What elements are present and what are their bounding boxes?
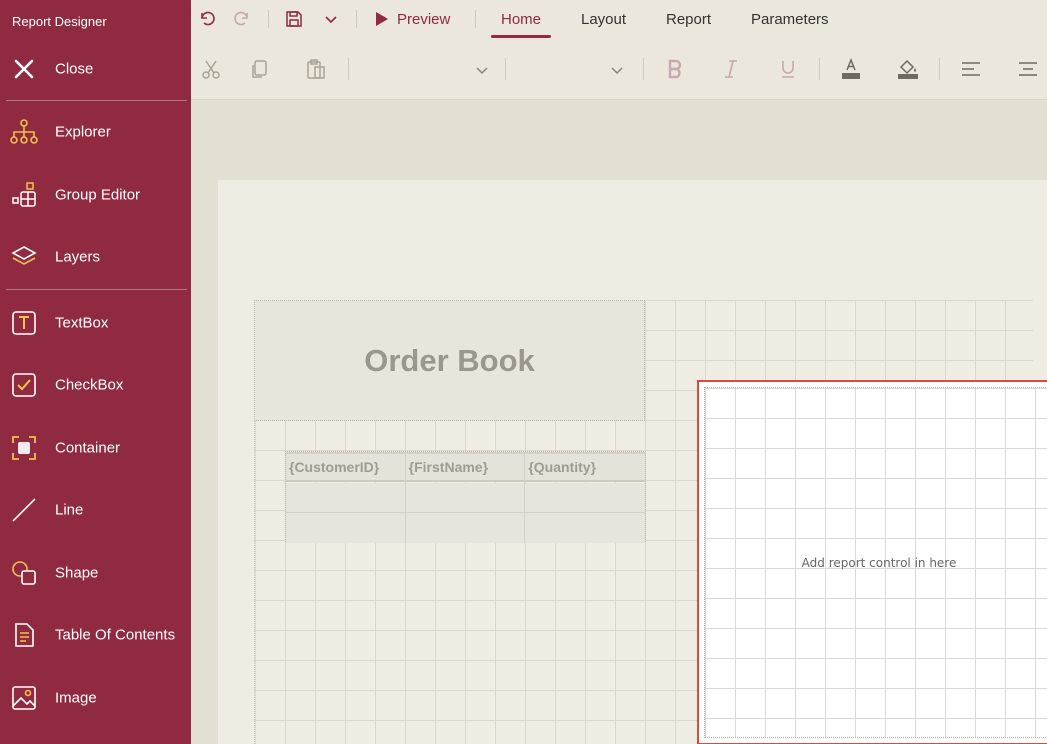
table-header-label: {CustomerID} bbox=[289, 459, 380, 475]
document-icon bbox=[10, 621, 38, 649]
sidebar: Report Designer Close Explorer Group Edi… bbox=[0, 0, 191, 744]
sidebar-item-label: Layers bbox=[55, 248, 101, 266]
checkbox-icon bbox=[10, 371, 38, 399]
toolbar-divider bbox=[356, 10, 357, 28]
font-color-icon[interactable] bbox=[839, 57, 863, 81]
tab-report[interactable]: Report bbox=[656, 0, 721, 38]
container-drop-area[interactable]: Add report control in here bbox=[704, 387, 1047, 738]
bold-icon[interactable] bbox=[663, 57, 687, 81]
undo-icon[interactable] bbox=[196, 8, 218, 30]
sidebar-item-image[interactable]: Image bbox=[0, 673, 191, 723]
sidebar-item-checkbox[interactable]: CheckBox bbox=[0, 360, 191, 410]
sidebar-item-group-editor[interactable]: Group Editor bbox=[0, 170, 191, 220]
font-family-dropdown[interactable] bbox=[361, 58, 489, 80]
report-title: Order Book bbox=[364, 342, 535, 378]
toolbar-divider bbox=[475, 10, 476, 28]
report-title-textbox[interactable]: Order Book bbox=[254, 300, 645, 421]
table-row[interactable] bbox=[286, 513, 645, 543]
tab-home[interactable]: Home bbox=[491, 0, 552, 38]
tab-parameters[interactable]: Parameters bbox=[741, 0, 839, 38]
container-icon bbox=[10, 434, 38, 462]
sidebar-item-label: TextBox bbox=[55, 314, 109, 332]
cut-icon[interactable] bbox=[199, 57, 223, 81]
line-icon bbox=[10, 496, 38, 524]
preview-button[interactable]: Preview bbox=[375, 0, 450, 38]
close-button[interactable]: Close bbox=[0, 44, 191, 94]
top-toolbar: Preview Home Layout Report Parameters bbox=[191, 0, 1047, 38]
align-left-icon[interactable] bbox=[959, 57, 983, 81]
sidebar-item-layers[interactable]: Layers bbox=[0, 232, 191, 282]
tree-icon bbox=[10, 118, 38, 146]
ribbon-divider bbox=[505, 58, 506, 80]
ribbon-divider bbox=[819, 58, 820, 80]
table-cell[interactable] bbox=[525, 483, 645, 513]
redo-icon[interactable] bbox=[231, 8, 253, 30]
sidebar-item-label: CheckBox bbox=[55, 376, 124, 394]
chevron-down-icon bbox=[476, 67, 488, 75]
sidebar-item-line[interactable]: Line bbox=[0, 485, 191, 535]
table-cell[interactable] bbox=[286, 513, 406, 543]
sidebar-item-label: Explorer bbox=[55, 123, 111, 141]
table-header-cell[interactable]: {FirstName} bbox=[406, 454, 526, 484]
close-label: Close bbox=[55, 60, 94, 78]
chevron-down-icon bbox=[611, 67, 623, 75]
sidebar-item-label: Container bbox=[55, 439, 121, 457]
fill-color-icon[interactable] bbox=[896, 57, 920, 81]
table-header-label: {Quantity} bbox=[528, 459, 597, 475]
sidebar-item-label: Table Of Contents bbox=[55, 626, 176, 644]
sidebar-item-explorer[interactable]: Explorer bbox=[0, 107, 191, 157]
table-header-cell[interactable]: {Quantity} bbox=[525, 454, 645, 484]
tab-layout[interactable]: Layout bbox=[571, 0, 636, 38]
table-header-cell[interactable]: {CustomerID} bbox=[286, 454, 406, 484]
app-title: Report Designer bbox=[12, 14, 107, 29]
shape-icon bbox=[10, 559, 38, 587]
copy-icon[interactable] bbox=[248, 57, 272, 81]
report-table[interactable]: {CustomerID} {FirstName} {Quantity} bbox=[285, 451, 646, 543]
sidebar-item-container[interactable]: Container bbox=[0, 423, 191, 473]
sidebar-item-shape[interactable]: Shape bbox=[0, 548, 191, 598]
sidebar-item-label: Shape bbox=[55, 564, 99, 582]
paste-icon[interactable] bbox=[304, 57, 328, 81]
table-header-row[interactable]: {CustomerID} {FirstName} {Quantity} bbox=[286, 452, 645, 484]
sidebar-item-label: Image bbox=[55, 689, 97, 707]
chevron-down-icon[interactable] bbox=[320, 8, 342, 30]
textbox-icon bbox=[10, 309, 38, 337]
table-cell[interactable] bbox=[286, 483, 406, 513]
ribbon-divider bbox=[348, 58, 349, 80]
sidebar-item-label: Group Editor bbox=[55, 186, 141, 204]
close-icon bbox=[10, 55, 38, 83]
layers-icon bbox=[10, 243, 38, 271]
sidebar-item-textbox[interactable]: TextBox bbox=[0, 298, 191, 348]
table-cell[interactable] bbox=[406, 483, 526, 513]
home-ribbon bbox=[191, 38, 1047, 100]
sidebar-divider bbox=[6, 289, 187, 290]
report-page[interactable]: Order Book {CustomerID} {FirstName} {Qua… bbox=[218, 180, 1047, 744]
table-header-label: {FirstName} bbox=[408, 459, 489, 475]
design-canvas[interactable]: Order Book {CustomerID} {FirstName} {Qua… bbox=[191, 100, 1047, 744]
sidebar-item-label: Line bbox=[55, 501, 84, 519]
font-size-dropdown[interactable] bbox=[517, 58, 624, 80]
table-cell[interactable] bbox=[525, 513, 645, 543]
container-placeholder: Add report control in here bbox=[801, 555, 957, 570]
preview-label: Preview bbox=[397, 10, 451, 28]
underline-icon[interactable] bbox=[776, 57, 800, 81]
image-icon bbox=[10, 684, 38, 712]
sidebar-divider bbox=[6, 100, 187, 101]
align-center-icon[interactable] bbox=[1016, 57, 1040, 81]
group-editor-icon bbox=[10, 181, 38, 209]
save-icon[interactable] bbox=[283, 8, 305, 30]
ribbon-divider bbox=[939, 58, 940, 80]
container-control-selected[interactable]: Add report control in here bbox=[697, 380, 1047, 744]
ribbon-divider bbox=[643, 58, 644, 80]
toolbar-divider bbox=[268, 10, 269, 28]
table-cell[interactable] bbox=[406, 513, 526, 543]
play-icon bbox=[376, 12, 388, 26]
table-row[interactable] bbox=[286, 483, 645, 513]
sidebar-item-table-of-contents[interactable]: Table Of Contents bbox=[0, 610, 191, 660]
italic-icon[interactable] bbox=[719, 57, 743, 81]
